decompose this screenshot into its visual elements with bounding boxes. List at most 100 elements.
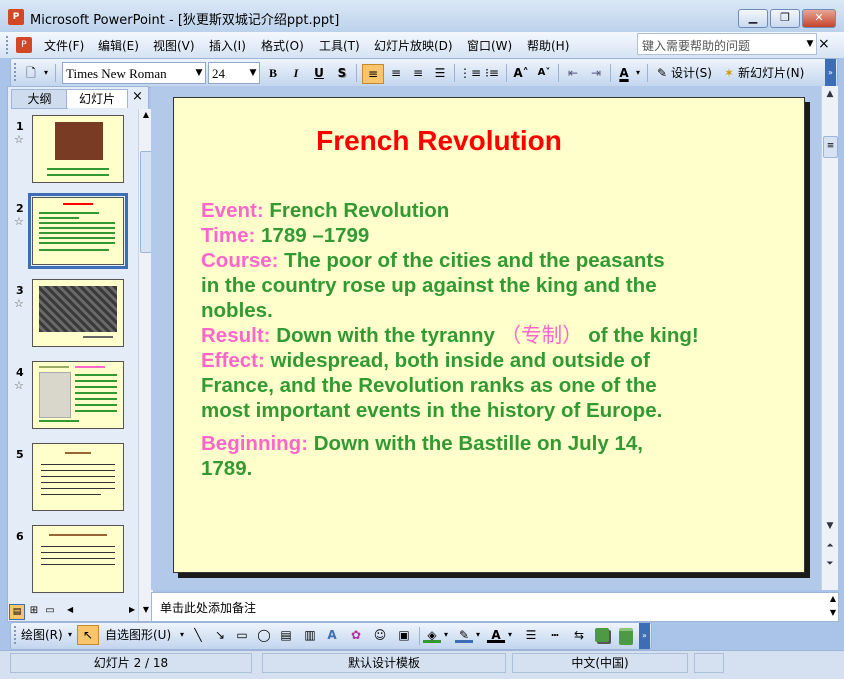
menu-insert[interactable]: 插入(I) [205, 36, 250, 55]
toolbar-grip[interactable] [14, 626, 20, 644]
distributed-align-icon[interactable]: ☰ [430, 64, 450, 82]
slide-thumbnail-3[interactable] [32, 279, 124, 347]
arrow-icon[interactable]: ↘ [211, 626, 229, 644]
slide-thumbnail-2[interactable] [28, 193, 128, 269]
minimize-button[interactable]: ▁ [738, 9, 768, 28]
slide-thumbnail-6[interactable] [32, 525, 124, 593]
align-center-icon[interactable]: ≡ [386, 64, 406, 82]
slide-title[interactable]: French Revolution [174, 125, 704, 157]
powerpoint-icon[interactable]: P [8, 9, 24, 25]
bulleted-list-icon[interactable]: ⁝≡ [482, 64, 502, 82]
select-objects-icon[interactable]: ↖ [77, 625, 99, 645]
help-search-input[interactable]: 键入需要帮助的问题 ▼ [637, 33, 817, 55]
line-icon[interactable]: ╲ [189, 626, 207, 644]
menu-window[interactable]: 窗口(W) [463, 36, 516, 55]
wordart-icon[interactable]: A [323, 626, 341, 644]
new-slide-button[interactable]: 新幻灯片(N) [738, 64, 822, 82]
slide-line-effect-3[interactable]: most important events in the history of … [201, 398, 662, 423]
shadow-button[interactable]: S [333, 64, 351, 82]
align-right-icon[interactable]: ≡ [408, 64, 428, 82]
close-button[interactable]: ✕ [802, 9, 836, 28]
scroll-down-icon[interactable]: ▼ [830, 608, 836, 617]
font-color-icon[interactable]: A [487, 626, 505, 643]
slide-canvas[interactable]: French Revolution Event: French Revoluti… [173, 97, 805, 573]
new-doc-icon[interactable]: 🗋 [22, 64, 40, 82]
picture-icon[interactable]: ▣ [395, 626, 413, 644]
close-doc-icon[interactable]: × [818, 36, 830, 52]
toolbar-grip[interactable] [14, 63, 20, 81]
align-left-icon[interactable]: ≡ [362, 64, 384, 84]
chevron-down-icon[interactable]: ▾ [505, 626, 515, 644]
toolbar-options-icon[interactable]: » [825, 59, 836, 87]
restore-button[interactable]: ❐ [770, 9, 800, 28]
slide-line-course-2[interactable]: in the country rose up against the king … [201, 273, 657, 298]
dash-style-icon[interactable]: ┅ [545, 626, 565, 644]
new-slide-icon[interactable]: ✶ [721, 64, 737, 82]
toolbar-options-icon[interactable]: » [639, 623, 650, 649]
slide-line-effect[interactable]: Effect: widespread, both inside and outs… [201, 348, 650, 373]
close-icon[interactable]: × [132, 89, 143, 104]
grow-font-icon[interactable]: A˄ [511, 64, 531, 82]
scroll-up-icon[interactable]: ▲ [830, 594, 836, 603]
document-icon[interactable]: P [16, 37, 32, 53]
design-icon[interactable]: ✎ [653, 64, 671, 82]
menu-slideshow[interactable]: 幻灯片放映(D) [370, 36, 457, 55]
slide-line-beginning[interactable]: Beginning: Down with the Bastille on Jul… [201, 431, 643, 456]
normal-view-icon[interactable]: ▤ [9, 604, 25, 620]
oval-icon[interactable]: ◯ [255, 626, 273, 644]
slideshow-icon[interactable]: ▭ [43, 604, 57, 618]
vertical-textbox-icon[interactable]: ▥ [301, 626, 319, 644]
decrease-indent-icon[interactable]: ⇤ [563, 64, 583, 82]
scroll-down-icon[interactable]: ▼ [822, 518, 838, 534]
chevron-down-icon[interactable]: ▼ [193, 63, 205, 83]
slide-line-course[interactable]: Course: The poor of the cities and the p… [201, 248, 665, 273]
scroll-left-icon[interactable]: ◀ [67, 605, 73, 614]
menu-tools[interactable]: 工具(T) [315, 36, 364, 55]
shrink-font-icon[interactable]: A˅ [534, 64, 554, 82]
slide-sorter-icon[interactable]: ⊞ [27, 604, 41, 618]
font-name-select[interactable]: Times New Roman ▼ [62, 62, 206, 84]
3d-style-icon[interactable] [619, 628, 633, 645]
font-color-icon[interactable]: A [615, 64, 633, 82]
slide-thumbnail-5[interactable] [32, 443, 124, 511]
tab-outline[interactable]: 大纲 [11, 89, 68, 109]
previous-slide-icon[interactable]: ⏶ [822, 538, 838, 554]
notes-pane[interactable]: 单击此处添加备注 ▲ ▼ [151, 592, 839, 622]
slide-scrollbar[interactable]: ▲ ≡ ▼ ⏶ ⏷ [821, 86, 838, 590]
textbox-icon[interactable]: ▤ [277, 626, 295, 644]
slide-line-beginning-2[interactable]: 1789. [201, 456, 252, 481]
font-size-select[interactable]: 24 ▼ [208, 62, 260, 84]
chevron-down-icon[interactable]: ▾ [441, 626, 451, 644]
numbered-list-icon[interactable]: ⋮≡ [459, 64, 481, 82]
chevron-down-icon[interactable]: ▼ [247, 63, 259, 83]
slide-line-result[interactable]: Result: Down with the tyranny （专制） of th… [201, 323, 699, 348]
slide-line-event[interactable]: Event: French Revolution [201, 198, 449, 223]
fill-color-icon[interactable]: ◈ [423, 626, 441, 643]
slide-thumbnail-4[interactable] [32, 361, 124, 429]
autoshapes-button[interactable]: 自选图形(U) [105, 626, 177, 644]
chevron-down-icon[interactable]: ▾ [65, 626, 75, 644]
menu-format[interactable]: 格式(O) [257, 36, 308, 55]
line-color-icon[interactable]: ✎ [455, 626, 473, 643]
arrow-style-icon[interactable]: ⇆ [569, 626, 589, 644]
chevron-down-icon[interactable]: ▾ [633, 64, 643, 82]
scroll-up-icon[interactable]: ▲ [822, 86, 838, 102]
tab-slides[interactable]: 幻灯片 [66, 89, 128, 108]
line-style-icon[interactable]: ☰ [521, 626, 541, 644]
italic-button[interactable]: I [287, 64, 305, 82]
chevron-down-icon[interactable]: ▾ [41, 64, 51, 82]
slide-line-course-3[interactable]: nobles. [201, 298, 273, 323]
clipart-icon[interactable]: ☺ [371, 626, 389, 644]
menu-help[interactable]: 帮助(H) [523, 36, 573, 55]
slide-line-time[interactable]: Time: 1789 –1799 [201, 223, 369, 248]
chevron-down-icon[interactable]: ▼ [804, 34, 816, 54]
rectangle-icon[interactable]: ▭ [233, 626, 251, 644]
slide-thumbnail-1[interactable] [32, 115, 124, 183]
shadow-style-icon[interactable] [595, 628, 609, 642]
menu-edit[interactable]: 编辑(E) [94, 36, 143, 55]
diagram-icon[interactable]: ✿ [347, 626, 365, 644]
menu-grip[interactable] [6, 36, 12, 54]
next-slide-icon[interactable]: ⏷ [822, 556, 838, 572]
scroll-right-icon[interactable]: ▶ [129, 605, 135, 614]
underline-button[interactable]: U [310, 64, 328, 82]
